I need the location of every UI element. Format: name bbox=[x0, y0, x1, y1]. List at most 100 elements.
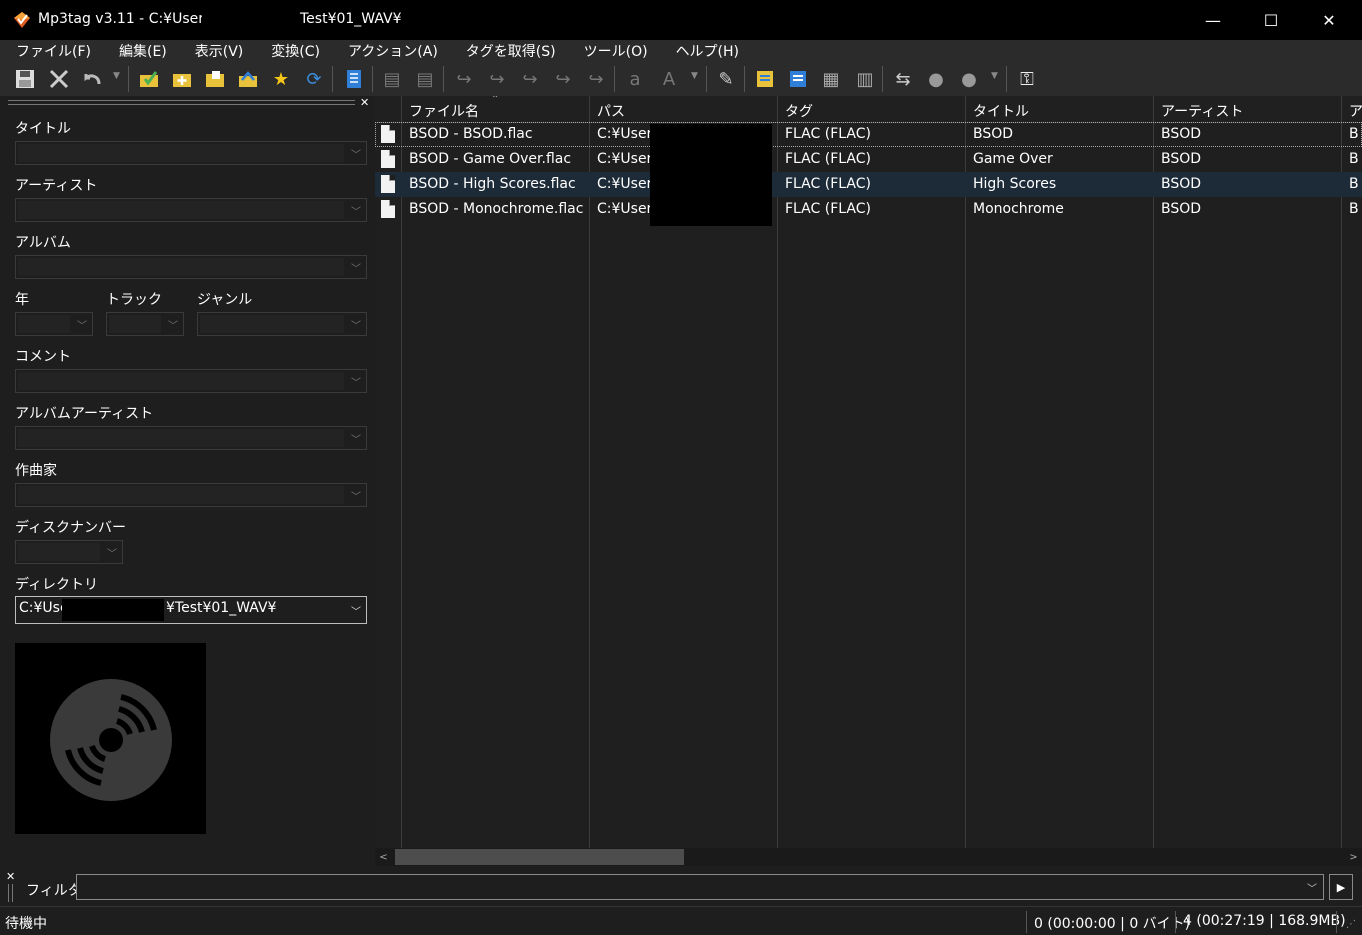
scroll-right-icon[interactable]: > bbox=[1345, 848, 1362, 866]
chevron-down-icon[interactable]: ﹀ bbox=[346, 142, 366, 164]
composer-field[interactable]: ﹀ bbox=[15, 483, 367, 507]
tag-to-tag-icon[interactable]: ↪ bbox=[551, 67, 575, 91]
chevron-down-icon[interactable]: ﹀ bbox=[346, 484, 366, 506]
scroll-left-icon[interactable]: < bbox=[375, 848, 392, 866]
case-conversion-icon[interactable]: a bbox=[623, 67, 647, 91]
close-button[interactable]: ✕ bbox=[1300, 0, 1358, 40]
settings-strip-icon[interactable]: ⇆ bbox=[891, 67, 915, 91]
column-header-title[interactable]: タイトル bbox=[973, 101, 1029, 121]
undo-icon[interactable] bbox=[80, 67, 104, 91]
cell-extra: B bbox=[1349, 176, 1359, 192]
quick-actions-icon[interactable]: ▦ bbox=[819, 67, 843, 91]
refresh-icon[interactable]: ⟳ bbox=[302, 67, 326, 91]
status-divider bbox=[1026, 911, 1027, 933]
chevron-down-icon[interactable]: ﹀ bbox=[346, 597, 366, 623]
web-source-dropdown-icon[interactable]: ▼ bbox=[991, 71, 998, 81]
column-header-path[interactable]: パス bbox=[597, 101, 625, 121]
table-row[interactable]: BSOD - Game Over.flac C:¥Users FLAC (FLA… bbox=[375, 147, 1362, 172]
app-icon bbox=[14, 12, 30, 28]
menu-help[interactable]: ヘルプ(H) bbox=[660, 41, 751, 61]
genre-field[interactable]: ﹀ bbox=[197, 312, 367, 336]
cell-filename: BSOD - Monochrome.flac bbox=[409, 201, 584, 217]
scrollbar-thumb[interactable] bbox=[395, 849, 684, 865]
menu-view[interactable]: 表示(V) bbox=[179, 41, 256, 61]
column-header-more[interactable]: ア bbox=[1349, 101, 1362, 121]
numbering-icon[interactable]: ▥ bbox=[853, 67, 877, 91]
minimize-button[interactable]: — bbox=[1184, 0, 1242, 40]
filter-apply-button[interactable]: ▶ bbox=[1329, 874, 1353, 900]
toolbar-separator bbox=[744, 66, 745, 92]
tag-panel-icon[interactable] bbox=[342, 67, 366, 91]
options-icon[interactable]: ⚿ bbox=[1015, 67, 1039, 91]
chevron-down-icon[interactable]: ﹀ bbox=[1300, 875, 1324, 899]
menu-tools[interactable]: ツール(O) bbox=[568, 41, 660, 61]
chevron-down-icon[interactable]: ﹀ bbox=[102, 541, 122, 563]
open-folder-icon[interactable] bbox=[203, 67, 227, 91]
favorite-folder-icon[interactable] bbox=[236, 67, 260, 91]
horizontal-scrollbar[interactable]: < > bbox=[375, 848, 1362, 866]
menu-file[interactable]: ファイル(F) bbox=[0, 41, 103, 61]
album-artist-field[interactable]: ﹀ bbox=[15, 426, 367, 450]
tag-to-filename-icon[interactable]: ↪ bbox=[452, 67, 476, 91]
text-file-to-tag-icon[interactable]: ↪ bbox=[518, 67, 542, 91]
export-icon[interactable]: ▤ bbox=[380, 67, 404, 91]
title-field[interactable]: ﹀ bbox=[15, 141, 367, 165]
panel-close-icon[interactable]: ✕ bbox=[360, 96, 369, 109]
comment-label: コメント bbox=[15, 349, 71, 365]
table-row[interactable]: BSOD - BSOD.flac C:¥Users FLAC (FLAC) BS… bbox=[375, 122, 1362, 147]
track-field[interactable]: ﹀ bbox=[106, 312, 184, 336]
chevron-down-icon[interactable]: ﹀ bbox=[72, 313, 92, 335]
web-source2-icon[interactable]: ● bbox=[957, 67, 981, 91]
menu-convert[interactable]: 変換(C) bbox=[255, 41, 332, 61]
filter-close-icon[interactable]: ✕ bbox=[6, 870, 15, 883]
web-source-icon[interactable]: ● bbox=[924, 67, 948, 91]
chevron-down-icon[interactable]: ﹀ bbox=[346, 427, 366, 449]
cover-art[interactable] bbox=[15, 643, 206, 834]
playlist-icon[interactable] bbox=[753, 67, 777, 91]
year-field[interactable]: ﹀ bbox=[15, 312, 93, 336]
disc-number-field[interactable]: ﹀ bbox=[15, 540, 123, 564]
status-selection: 0 (00:00:00 | 0 バイト) bbox=[1034, 916, 1191, 932]
case-dropdown-icon[interactable]: ▼ bbox=[691, 71, 698, 81]
cell-tag: FLAC (FLAC) bbox=[785, 151, 871, 167]
panel-grip[interactable] bbox=[8, 100, 355, 105]
chevron-down-icon[interactable]: ﹀ bbox=[346, 313, 366, 335]
maximize-button[interactable]: ☐ bbox=[1242, 0, 1300, 40]
column-header-artist[interactable]: アーティスト bbox=[1161, 101, 1243, 121]
filename-to-tag-icon[interactable]: ↪ bbox=[485, 67, 509, 91]
column-header-filename[interactable]: ファイル名 bbox=[409, 101, 479, 121]
actions-icon[interactable] bbox=[786, 67, 810, 91]
artist-field[interactable]: ﹀ bbox=[15, 198, 367, 222]
directory-field[interactable]: C:¥Use ¥Test¥01_WAV¥ ﹀ bbox=[15, 596, 367, 624]
file-icon bbox=[381, 125, 395, 143]
window-title: Mp3tag v3.11 - C:¥Users bbox=[38, 11, 212, 27]
chevron-down-icon[interactable]: ﹀ bbox=[346, 256, 366, 278]
resize-grip-icon[interactable]: ⋰ bbox=[1346, 919, 1356, 930]
print-icon[interactable]: ▤ bbox=[413, 67, 437, 91]
edit-tag-icon[interactable]: ✎ bbox=[714, 67, 738, 91]
add-folder-icon[interactable] bbox=[170, 67, 194, 91]
menu-tag-sources[interactable]: タグを取得(S) bbox=[450, 41, 568, 61]
chevron-down-icon[interactable]: ﹀ bbox=[346, 199, 366, 221]
toolbar-separator bbox=[1006, 66, 1007, 92]
select-folder-icon[interactable] bbox=[137, 67, 161, 91]
menu-edit[interactable]: 編集(E) bbox=[103, 41, 179, 61]
column-header-tag[interactable]: タグ bbox=[785, 101, 813, 121]
comment-field[interactable]: ﹀ bbox=[15, 369, 367, 393]
chevron-down-icon[interactable]: ﹀ bbox=[346, 370, 366, 392]
filter-grip[interactable] bbox=[8, 884, 13, 902]
save-icon[interactable] bbox=[13, 67, 37, 91]
star-icon[interactable]: ★ bbox=[269, 67, 293, 91]
chevron-down-icon[interactable]: ﹀ bbox=[163, 313, 183, 335]
remove-tag-icon[interactable] bbox=[47, 67, 71, 91]
undo-dropdown-icon[interactable]: ▼ bbox=[113, 71, 120, 81]
menu-actions[interactable]: アクション(A) bbox=[332, 41, 450, 61]
filter-input[interactable] bbox=[76, 874, 1324, 900]
table-row[interactable]: BSOD - Monochrome.flac C:¥Users FLAC (FL… bbox=[375, 197, 1362, 222]
album-field[interactable]: ﹀ bbox=[15, 255, 367, 279]
file-list[interactable]: ファイル名 ⌃ パス タグ タイトル アーティスト ア BSOD - BSOD.… bbox=[375, 96, 1362, 848]
font-case-icon[interactable]: A bbox=[657, 67, 681, 91]
autonumber-icon[interactable]: ↪ bbox=[584, 67, 608, 91]
toolbar: ▼ ★ ⟳ ▤ ▤ ↪ ↪ ↪ ↪ ↪ a A ▼ ✎ ▦ ▥ ⇆ ● ● ▼ … bbox=[0, 62, 1362, 96]
table-row[interactable]: BSOD - High Scores.flac C:¥Users FLAC (F… bbox=[375, 172, 1362, 197]
